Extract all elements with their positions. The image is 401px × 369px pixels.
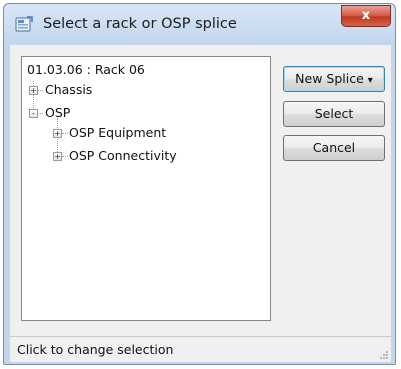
tree-root-label[interactable]: 01.03.06 : Rack 06 — [27, 62, 145, 77]
tree-item-osp-connectivity[interactable]: OSP Connectivity — [69, 148, 177, 163]
tree-connector — [62, 133, 68, 134]
collapse-icon[interactable]: - — [29, 109, 38, 118]
cancel-label: Cancel — [312, 140, 356, 155]
dialog-window: Select a rack or OSP splice x 01.03.06 :… — [3, 3, 396, 365]
select-label: Select — [314, 106, 354, 121]
window-title: Select a rack or OSP splice — [43, 16, 237, 32]
select-button[interactable]: Select — [283, 101, 385, 127]
status-text: Click to change selection — [17, 342, 174, 357]
expand-icon[interactable]: + — [53, 152, 62, 161]
expand-icon[interactable]: + — [53, 129, 62, 138]
dropdown-arrow-icon: ▾ — [367, 75, 373, 86]
tree-connector — [38, 90, 43, 91]
tree-item-chassis[interactable]: Chassis — [45, 82, 92, 97]
tree-item-osp-equipment[interactable]: OSP Equipment — [69, 125, 166, 140]
title-bar[interactable]: Select a rack or OSP splice x — [4, 4, 395, 44]
close-icon: x — [361, 8, 371, 23]
new-splice-button[interactable]: New Splice ▾ — [283, 66, 385, 92]
tree-view[interactable]: 01.03.06 : Rack 06 + Chassis - OSP + OSP… — [21, 56, 271, 321]
cancel-button[interactable]: Cancel — [283, 135, 385, 161]
new-splice-label: New Splice — [295, 71, 364, 86]
tree-connector — [38, 113, 43, 114]
dialog-body: 01.03.06 : Rack 06 + Chassis - OSP + OSP… — [10, 45, 391, 336]
status-bar: Click to change selection — [10, 336, 391, 362]
tree-connector — [62, 156, 68, 157]
resize-grip-icon[interactable] — [379, 350, 389, 360]
app-icon — [15, 16, 33, 32]
close-button[interactable]: x — [341, 5, 391, 27]
expand-icon[interactable]: + — [29, 86, 38, 95]
